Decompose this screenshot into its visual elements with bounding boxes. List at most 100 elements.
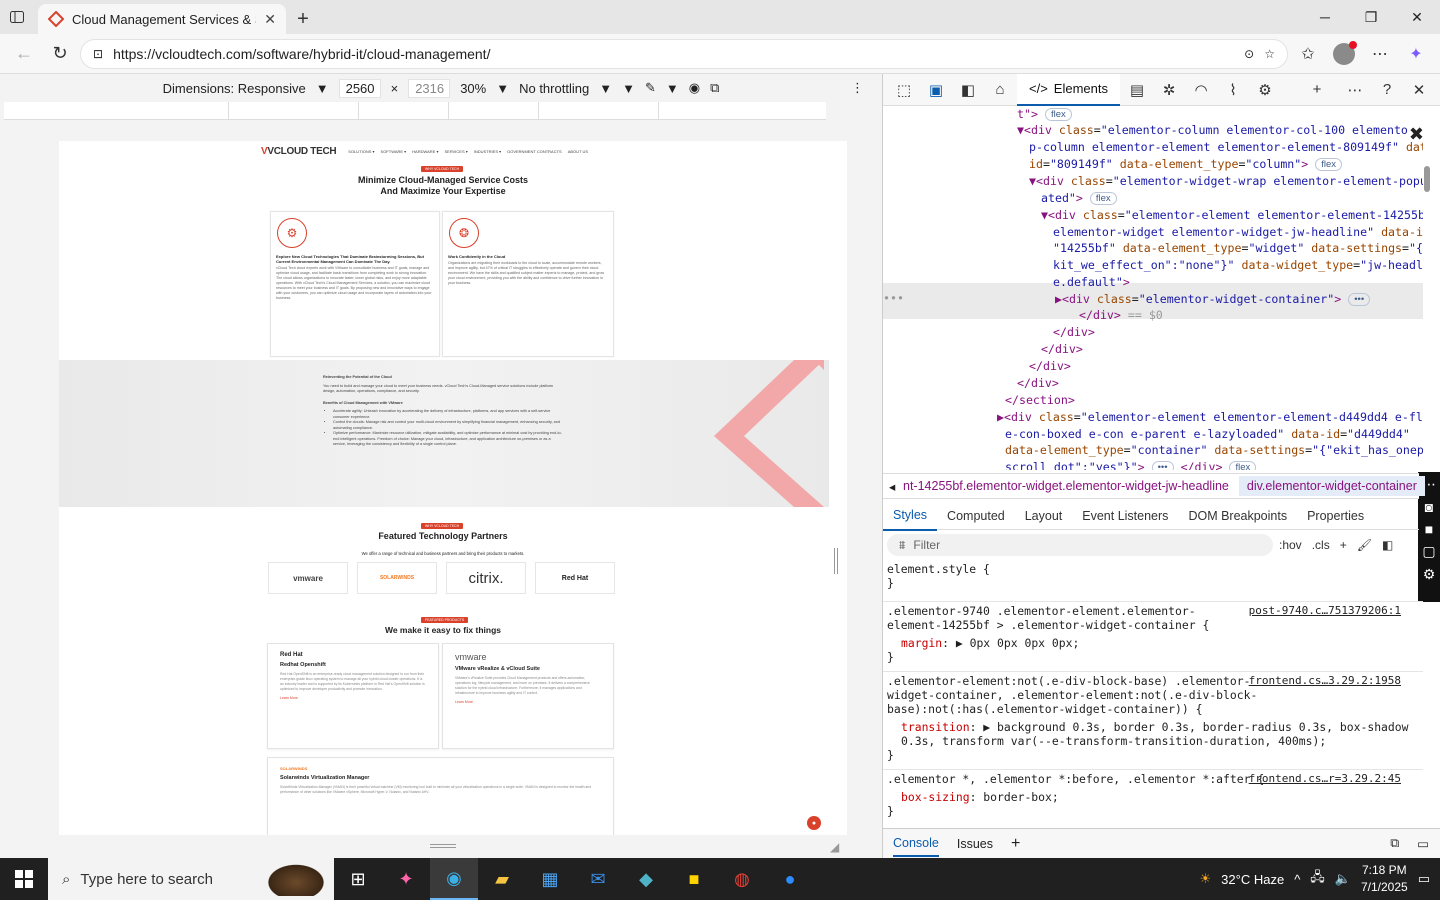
add-drawer-tab-icon[interactable]: + [1011, 835, 1020, 853]
copilot-icon[interactable]: ✦ [1400, 38, 1432, 70]
tab-event-listeners[interactable]: Event Listeners [1072, 502, 1178, 530]
source-link[interactable]: post-9740.c…751379206:1 [1249, 604, 1401, 618]
device-toggle-icon[interactable]: ▣ [921, 75, 951, 105]
close-window-icon[interactable]: ✕ [1394, 0, 1440, 34]
throttle-select[interactable]: No throttling [519, 81, 589, 96]
zoom-select[interactable]: 30% [460, 81, 486, 96]
breadcrumb-back-icon[interactable]: ◂ [889, 479, 895, 494]
task-view-icon[interactable]: ⊞ [334, 858, 382, 900]
notifications-icon[interactable]: ▭ [1418, 871, 1430, 887]
more-tools-icon[interactable]: + [1302, 75, 1332, 105]
performance-icon[interactable]: ⌇ [1218, 75, 1248, 105]
paint-icon[interactable]: 🖌 [1357, 538, 1372, 552]
height-input[interactable]: 2316 [408, 78, 451, 98]
taskbar-search-input[interactable]: ⌕ Type here to search [48, 858, 334, 900]
camera-icon[interactable]: ◙ [1425, 499, 1433, 515]
edge-icon[interactable]: ◉ [430, 858, 478, 900]
source-link[interactable]: frontend.cs…r=3.29.2:45 [1249, 772, 1401, 786]
dimensions-select[interactable]: Dimensions: Responsive [163, 81, 306, 96]
browser-tab[interactable]: Cloud Management Services & Sc ✕ [38, 4, 286, 34]
network-icon[interactable]: 🖧 [1310, 868, 1325, 890]
product-card[interactable]: SOLARWINDS Solarwinds Virtualization Man… [267, 757, 614, 835]
product-card[interactable]: vmware VMware vRealize & vCloud Suite VM… [442, 643, 614, 749]
sidebar-toggle-icon[interactable]: ◧ [1382, 538, 1393, 552]
tab-styles[interactable]: Styles [883, 501, 938, 531]
partner-card[interactable]: vmware [268, 562, 348, 594]
clock[interactable]: 7:18 PM 7/1/2025 [1361, 862, 1408, 896]
console-icon[interactable]: ▤ [1122, 75, 1152, 105]
nav-item[interactable]: GOVERNMENT CONTRACTS [507, 149, 562, 154]
volume-icon[interactable]: 🔈 [1335, 871, 1351, 887]
profile-avatar[interactable] [1328, 38, 1360, 70]
nav-item[interactable]: SOLUTIONS ▾ [348, 149, 374, 154]
resize-handle-vertical[interactable] [834, 548, 838, 574]
file-explorer-icon[interactable]: ▰ [478, 858, 526, 900]
wifi-icon[interactable]: ◠ [1186, 75, 1216, 105]
tab-actions-icon[interactable] [0, 0, 34, 34]
tab-console[interactable]: Console [893, 831, 939, 857]
settings-gear-icon[interactable]: ⚙ [1250, 75, 1280, 105]
tab-dom-breakpoints[interactable]: DOM Breakpoints [1178, 502, 1297, 530]
media-query-ruler[interactable] [4, 102, 826, 120]
site-logo[interactable]: VVCLOUD TECH [261, 146, 337, 157]
dom-tree[interactable]: t"> flex ▼<div class="elementor-column e… [883, 106, 1423, 470]
resize-handle-horizontal[interactable] [430, 844, 456, 848]
restore-icon[interactable]: ❐ [1348, 0, 1394, 34]
product-card[interactable]: Red Hat Redhat Openshift Red Hat OpenShi… [267, 643, 439, 749]
undock-icon[interactable]: ⧉ [1390, 836, 1399, 851]
more-options-chevron-icon[interactable]: ▼ [622, 81, 635, 96]
source-link[interactable]: frontend.cs…3.29.2:1958 [1249, 674, 1401, 688]
window-icon[interactable]: ▢ [1422, 543, 1435, 560]
weather-text[interactable]: 32°C Haze [1221, 872, 1284, 887]
scrollbar-thumb[interactable] [1424, 166, 1430, 192]
nav-item[interactable]: INDUSTRIES ▾ [474, 149, 501, 154]
copilot-icon[interactable]: ✦ [382, 858, 430, 900]
tab-layout[interactable]: Layout [1015, 502, 1073, 530]
eye-icon[interactable]: ◉ [689, 80, 700, 96]
dock-icon[interactable]: ◧ [953, 75, 983, 105]
width-input[interactable]: 2560 [338, 78, 381, 98]
refresh-icon[interactable]: ↻ [44, 38, 76, 70]
help-icon[interactable]: ? [1372, 75, 1402, 105]
favorites-icon[interactable]: ✩ [1292, 38, 1324, 70]
breadcrumb-item[interactable]: nt-14255bf.elementor-widget.elementor-wi… [883, 479, 1239, 493]
sticky-notes-icon[interactable]: ■ [670, 858, 718, 900]
new-tab-button[interactable]: + [286, 4, 320, 34]
weather-icon[interactable]: ☀ [1200, 871, 1212, 887]
windows-start-icon[interactable] [0, 858, 48, 900]
learn-more-link[interactable]: Learn More [280, 696, 426, 700]
site-info-icon[interactable]: ⊡ [93, 47, 103, 61]
minimize-icon[interactable]: ─ [1302, 0, 1348, 34]
close-devtools-icon[interactable]: ✕ [1404, 75, 1434, 105]
store-icon[interactable]: ▦ [526, 858, 574, 900]
chevron-up-icon[interactable]: ^ [1294, 872, 1300, 887]
hov-toggle[interactable]: :hov [1279, 538, 1302, 552]
more-menu-icon[interactable]: ⋯ [1340, 75, 1370, 105]
learn-more-link[interactable]: Learn More [455, 700, 601, 704]
app-icon[interactable]: ◆ [622, 858, 670, 900]
app-available-icon[interactable]: ⊙ [1244, 47, 1254, 61]
settings-gear-icon[interactable]: ⚙ [1423, 566, 1436, 583]
partner-card[interactable]: SOLARWINDS [357, 562, 437, 594]
tab-elements[interactable]: </> Elements [1017, 73, 1120, 106]
style-rules[interactable]: element.style {} .elementor-9740 .elemen… [883, 560, 1423, 818]
tab-computed[interactable]: Computed [937, 502, 1015, 530]
nav-item[interactable]: SOFTWARE ▾ [381, 149, 407, 154]
nav-item[interactable]: ABOUT US [568, 149, 588, 154]
screenshot-icon[interactable]: ⧉ [710, 80, 719, 96]
chat-widget-icon[interactable]: ● [807, 816, 821, 830]
tab-properties[interactable]: Properties [1297, 502, 1374, 530]
home-icon[interactable]: ⌂ [985, 75, 1015, 105]
inspect-icon[interactable]: ⬚ [889, 75, 919, 105]
video-icon[interactable]: ■ [1425, 521, 1433, 537]
back-icon[interactable]: ← [8, 38, 40, 70]
partner-card[interactable]: citrix. [446, 562, 526, 594]
breadcrumb-item-selected[interactable]: div.elementor-widget-container [1238, 476, 1425, 496]
drawer-close-icon[interactable]: ▭ [1417, 836, 1429, 851]
nav-item[interactable]: HARDWARE ▾ [412, 149, 438, 154]
device-menu-icon[interactable]: ⋮ [851, 80, 864, 96]
tab-close-icon[interactable]: ✕ [264, 11, 276, 28]
add-rule-icon[interactable]: + [1340, 538, 1347, 552]
url-field[interactable]: ⊡ https://vcloudtech.com/software/hybrid… [80, 38, 1288, 69]
zoom-icon[interactable]: ● [766, 858, 814, 900]
